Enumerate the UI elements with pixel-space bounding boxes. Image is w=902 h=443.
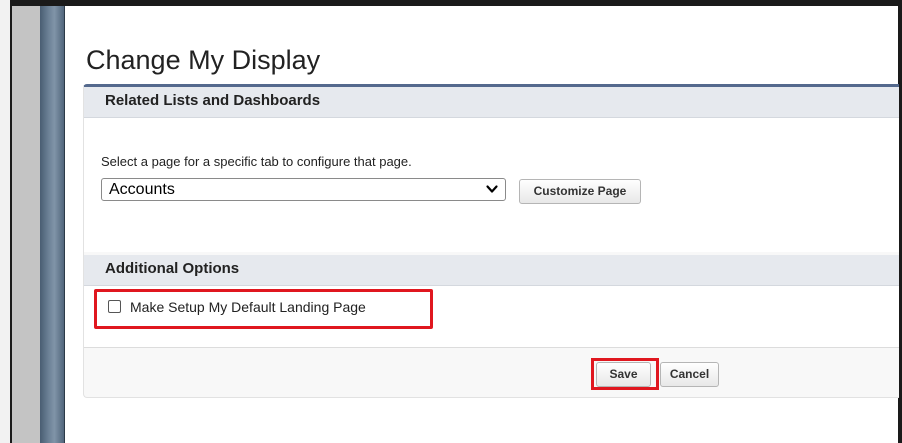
page-title: Change My Display <box>86 45 321 76</box>
highlight-box-default-landing <box>94 289 433 329</box>
tab-page-select[interactable]: Accounts <box>101 178 506 201</box>
customize-page-button[interactable]: Customize Page <box>519 179 641 204</box>
display-settings-panel: Related Lists and Dashboards Select a pa… <box>83 84 899 398</box>
left-sidebar-strip <box>12 6 40 443</box>
left-accent-bar <box>40 6 65 443</box>
window-frame-top <box>0 0 902 6</box>
highlight-box-save <box>591 358 659 390</box>
chevron-down-icon <box>486 185 498 193</box>
cancel-button[interactable]: Cancel <box>660 362 719 387</box>
page-select-instruction: Select a page for a specific tab to conf… <box>101 154 412 169</box>
related-lists-heading: Related Lists and Dashboards <box>105 92 321 109</box>
tab-page-select-value: Accounts <box>109 181 175 198</box>
additional-options-heading: Additional Options <box>105 260 240 277</box>
window-frame-left <box>0 0 10 443</box>
additional-options-section-header: Additional Options <box>84 255 899 286</box>
related-lists-section-header: Related Lists and Dashboards <box>84 87 899 118</box>
